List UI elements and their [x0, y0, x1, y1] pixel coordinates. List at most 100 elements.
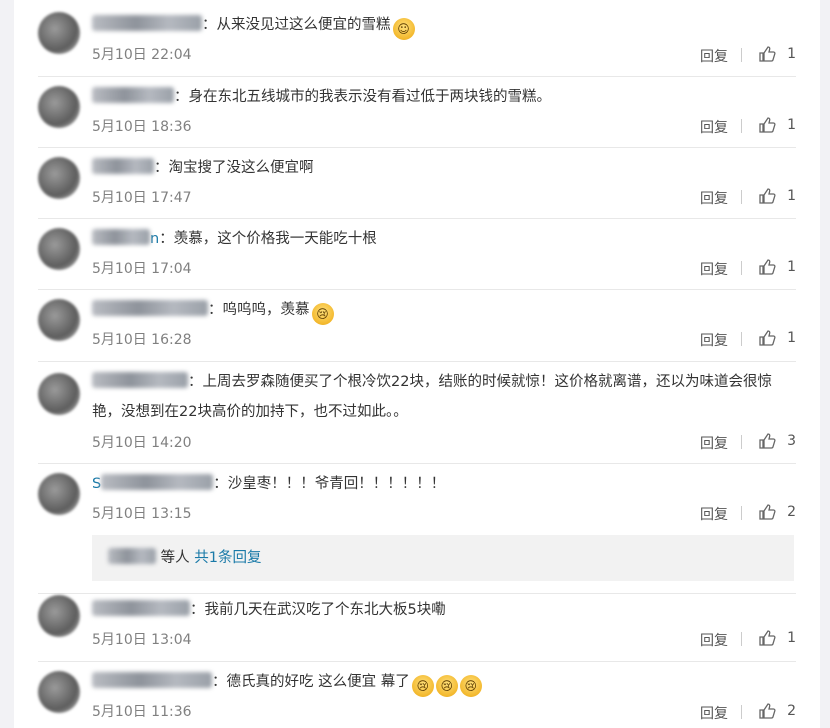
like-count: 1	[787, 330, 796, 346]
thumbs-up-icon[interactable]	[758, 629, 776, 647]
like-count: 1	[787, 259, 796, 275]
comment-text: 我前几天在武汉吃了个东北大板5块嘞	[204, 602, 446, 618]
comment-body: S ：沙皇枣！！！爷青回！！！！！！	[92, 474, 446, 492]
thumbs-up-icon[interactable]	[758, 258, 776, 276]
reply-button[interactable]: 回复	[700, 433, 728, 453]
comment-time: 5月10日 22:04	[92, 47, 192, 63]
comment-time: 5月10日 14:20	[92, 435, 192, 451]
reply-button[interactable]: 回复	[700, 504, 728, 524]
divider	[741, 261, 742, 275]
username-blurred[interactable]	[92, 158, 154, 174]
comment-time: 5月10日 13:15	[92, 506, 192, 522]
comment-item: ：从来没见过这么便宜的雪糕 ☺ 5月10日 22:04 回复 1	[38, 0, 796, 77]
username-blurred[interactable]	[92, 300, 208, 316]
cry-emoji-icon: 😢	[311, 303, 334, 325]
thumbs-up-icon[interactable]	[758, 329, 776, 347]
comment-text: 从来没见过这么便宜的雪糕	[216, 17, 391, 33]
comment-body: ：我前几天在武汉吃了个东北大板5块嘞	[92, 595, 792, 625]
divider	[741, 632, 742, 646]
comment-time: 5月10日 11:36	[92, 704, 192, 720]
thumbs-up-icon[interactable]	[758, 702, 776, 720]
comment-text: 淘宝搜了没这么便宜啊	[168, 160, 314, 176]
thumbs-up-icon[interactable]	[758, 187, 776, 205]
username-tail[interactable]: n	[150, 231, 159, 247]
comment-time: 5月10日 16:28	[92, 332, 192, 348]
sub-replies-suffix: 等人	[160, 550, 190, 566]
username-blurred[interactable]	[92, 87, 174, 103]
divider	[741, 705, 742, 719]
thumbs-up-icon[interactable]	[758, 116, 776, 134]
reply-button[interactable]: 回复	[700, 46, 728, 66]
divider	[741, 48, 742, 62]
comment-time: 5月10日 13:04	[92, 632, 192, 648]
comment-time: 5月10日 17:47	[92, 190, 192, 206]
comment-body: ：上周去罗森随便买了个根冷饮22块，结账的时候就惊！这价格就离谱，还以为味道会很…	[92, 372, 772, 420]
comment-text: 羡慕，这个价格我一天能吃十根	[173, 231, 377, 247]
divider	[741, 190, 742, 204]
like-count: 1	[787, 630, 796, 646]
comment-time: 5月10日 17:04	[92, 261, 192, 277]
reply-button[interactable]: 回复	[700, 117, 728, 137]
avatar[interactable]	[38, 473, 80, 515]
username-blurred[interactable]	[108, 548, 156, 564]
thumbs-up-icon[interactable]	[758, 45, 776, 63]
like-count: 3	[787, 433, 796, 449]
avatar[interactable]	[38, 157, 80, 199]
comment-body: ：身在东北五线城市的我表示没有看过低于两块钱的雪糕。	[92, 82, 792, 112]
like-count: 2	[787, 703, 796, 719]
comment-item: ：呜呜呜，羡慕 😢 5月10日 16:28 回复 1	[38, 289, 796, 362]
avatar[interactable]	[38, 228, 80, 270]
avatar[interactable]	[38, 595, 80, 637]
divider	[741, 119, 742, 133]
comment-item: ：上周去罗森随便买了个根冷饮22块，结账的时候就惊！这价格就离谱，还以为味道会很…	[38, 361, 796, 464]
cry-emoji-icon: 😢	[435, 675, 458, 697]
divider	[741, 506, 742, 520]
comment-item: n：羡慕，这个价格我一天能吃十根 5月10日 17:04 回复 1	[38, 218, 796, 290]
comment-text: 沙皇枣！！！爷青回！！！！！！	[227, 476, 446, 492]
avatar[interactable]	[38, 671, 80, 713]
reply-button[interactable]: 回复	[700, 630, 728, 650]
reply-button[interactable]: 回复	[700, 330, 728, 350]
comment-time: 5月10日 18:36	[92, 119, 192, 135]
username-blurred[interactable]	[92, 600, 190, 616]
comment-list: ：从来没见过这么便宜的雪糕 ☺ 5月10日 22:04 回复 1 ：身在东北五线城…	[14, 0, 820, 728]
like-count: 2	[787, 504, 796, 520]
comment-text: 德氏真的好吃 这么便宜 幕了	[226, 674, 410, 690]
divider	[741, 435, 742, 449]
avatar[interactable]	[38, 373, 80, 415]
username-blurred[interactable]	[92, 672, 212, 688]
thumbs-up-icon[interactable]	[758, 503, 776, 521]
sub-replies-box[interactable]: 等人 共1条回复	[92, 535, 794, 581]
username-blurred[interactable]	[92, 372, 188, 388]
username-blurred[interactable]	[92, 229, 150, 245]
comment-body: ：德氏真的好吃 这么便宜 幕了 😢 😢 😢	[92, 667, 792, 697]
comment-item: ：我前几天在武汉吃了个东北大板5块嘞 5月10日 13:04 回复 1	[38, 593, 796, 662]
cry-emoji-icon: 😢	[411, 675, 434, 697]
smile-emoji-icon: ☺	[392, 18, 415, 40]
comment-text: 身在东北五线城市的我表示没有看过低于两块钱的雪糕。	[188, 89, 552, 105]
comment-body: ：呜呜呜，羡慕 😢	[92, 295, 792, 325]
avatar[interactable]	[38, 12, 80, 54]
avatar[interactable]	[38, 299, 80, 341]
view-replies-link[interactable]: 共1条回复	[194, 550, 261, 566]
reply-button[interactable]: 回复	[700, 259, 728, 279]
comment-body: ：从来没见过这么便宜的雪糕 ☺	[92, 10, 792, 40]
like-count: 1	[787, 46, 796, 62]
comment-item: ：淘宝搜了没这么便宜啊 5月10日 17:47 回复 1	[38, 147, 796, 219]
comment-item: ：德氏真的好吃 这么便宜 幕了 😢 😢 😢 5月10日 11:36 回复 2	[38, 661, 796, 728]
username-blurred[interactable]	[101, 474, 214, 490]
divider	[741, 332, 742, 346]
cry-emoji-icon: 😢	[459, 675, 482, 697]
like-count: 1	[787, 117, 796, 133]
username-head[interactable]: S	[92, 476, 101, 492]
thumbs-up-icon[interactable]	[758, 432, 776, 450]
comment-text: 呜呜呜，羡慕	[222, 302, 310, 318]
comment-body: ：淘宝搜了没这么便宜啊	[92, 153, 792, 183]
reply-button[interactable]: 回复	[700, 703, 728, 723]
comment-item: ：身在东北五线城市的我表示没有看过低于两块钱的雪糕。 5月10日 18:36 回…	[38, 76, 796, 148]
reply-button[interactable]: 回复	[700, 188, 728, 208]
like-count: 1	[787, 188, 796, 204]
comment-body: n：羡慕，这个价格我一天能吃十根	[92, 224, 792, 254]
avatar[interactable]	[38, 86, 80, 128]
username-blurred[interactable]	[92, 15, 202, 31]
